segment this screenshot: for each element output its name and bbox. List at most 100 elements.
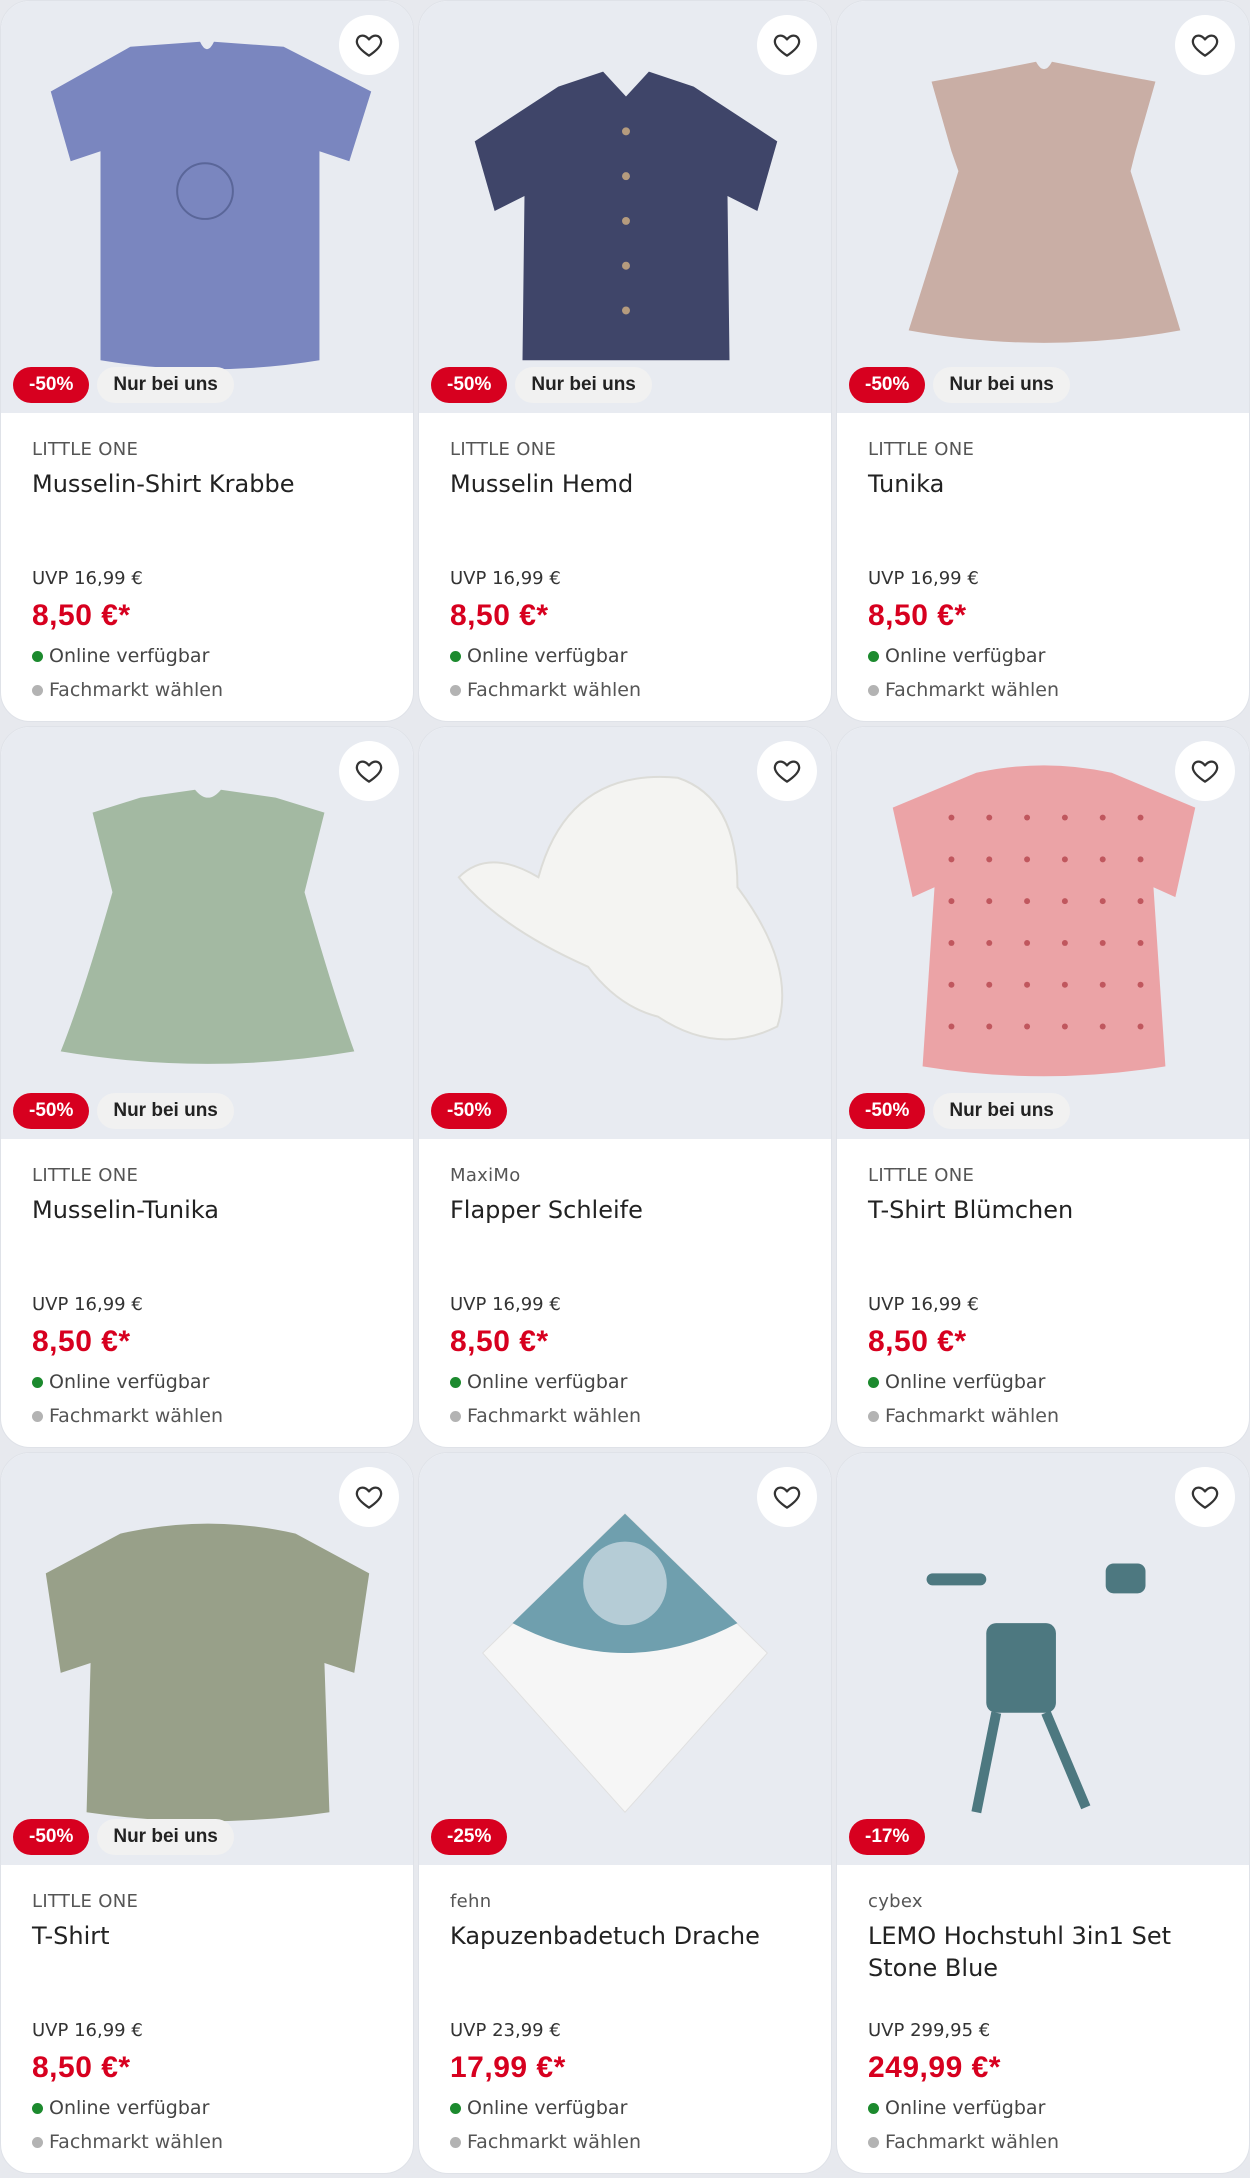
store-label: Fachmarkt wählen	[49, 679, 224, 701]
choose-store-link[interactable]: Fachmarkt wählen	[450, 2131, 801, 2153]
product-name[interactable]: Musselin-Tunika	[32, 1194, 383, 1258]
store-label: Fachmarkt wählen	[467, 1405, 642, 1427]
wishlist-button[interactable]	[1175, 15, 1235, 75]
store-label: Fachmarkt wählen	[49, 1405, 224, 1427]
choose-store-link[interactable]: Fachmarkt wählen	[450, 679, 801, 701]
product-image[interactable]: -50%	[419, 727, 831, 1139]
product-image[interactable]: -25%	[419, 1453, 831, 1865]
wishlist-button[interactable]	[339, 1467, 399, 1527]
shirt-body	[50, 41, 372, 370]
product-image[interactable]: -50% Nur bei uns	[1, 727, 413, 1139]
product-card[interactable]: -25% fehn Kapuzenbadetuch Drache UVP 23,…	[418, 1452, 832, 2174]
dragon-face	[583, 1541, 667, 1626]
product-image[interactable]: -17%	[837, 1453, 1249, 1865]
flower-dot	[1099, 939, 1106, 946]
product-image[interactable]: -50% Nur bei uns	[1, 1, 413, 413]
flower-dot	[1024, 981, 1031, 988]
heart-icon	[1191, 34, 1219, 57]
discount-badge: -25%	[431, 1819, 508, 1855]
product-card[interactable]: -50% Nur bei uns LITTLE ONE Musselin-Tun…	[0, 726, 414, 1448]
shirt-body	[892, 765, 1196, 1077]
flower-dot	[1099, 1023, 1106, 1030]
wishlist-button[interactable]	[757, 1467, 817, 1527]
flower-dot	[1061, 898, 1068, 905]
flower-dot	[986, 814, 993, 821]
online-availability: Online verfügbar	[450, 1371, 801, 1393]
product-price: 249,99 €*	[868, 2051, 1001, 2084]
product-info: MaxiMo Flapper Schleife UVP 16,99 € 8,50…	[419, 1139, 831, 1427]
product-name[interactable]: T-Shirt	[32, 1920, 383, 1984]
flower-dot	[948, 898, 955, 905]
product-card[interactable]: -50% Nur bei uns LITTLE ONE Tunika UVP 1…	[836, 0, 1250, 722]
exclusive-badge: Nur bei uns	[97, 1819, 234, 1855]
product-brand: LITTLE ONE	[32, 1165, 139, 1186]
heart-icon	[355, 34, 383, 57]
product-image[interactable]: -50% Nur bei uns	[1, 1453, 413, 1865]
chair-insert	[1105, 1563, 1146, 1594]
product-name[interactable]: Tunika	[868, 468, 1219, 532]
badges: -50%	[431, 1093, 508, 1129]
store-dot-icon	[32, 1410, 43, 1422]
product-name[interactable]: LEMO Hochstuhl 3in1 Set Stone Blue	[868, 1920, 1219, 1984]
product-card[interactable]: -50% MaxiMo Flapper Schleife UVP 16,99 €…	[418, 726, 832, 1448]
choose-store-link[interactable]: Fachmarkt wählen	[868, 679, 1219, 701]
product-uvp: UVP 16,99 €	[450, 568, 561, 589]
online-availability: Online verfügbar	[868, 1371, 1219, 1393]
online-availability: Online verfügbar	[32, 645, 383, 667]
choose-store-link[interactable]: Fachmarkt wählen	[868, 2131, 1219, 2153]
product-image[interactable]: -50% Nur bei uns	[837, 727, 1249, 1139]
badges: -50% Nur bei uns	[13, 1093, 234, 1129]
product-name[interactable]: Musselin Hemd	[450, 468, 801, 532]
product-card[interactable]: -50% Nur bei uns LITTLE ONE Musselin Hem…	[418, 0, 832, 722]
available-dot-icon	[868, 1376, 879, 1388]
choose-store-link[interactable]: Fachmarkt wählen	[450, 1405, 801, 1427]
store-dot-icon	[32, 684, 43, 696]
flower-dot	[1137, 981, 1144, 988]
flower-dot	[986, 856, 993, 863]
product-info: LITTLE ONE Tunika UVP 16,99 € 8,50 €* On…	[837, 413, 1249, 701]
wishlist-button[interactable]	[339, 741, 399, 801]
flower-dot	[1099, 898, 1106, 905]
product-name[interactable]: Kapuzenbadetuch Drache	[450, 1920, 801, 1984]
tshirt-body	[45, 1523, 370, 1822]
choose-store-link[interactable]: Fachmarkt wählen	[32, 679, 383, 701]
availability-label: Online verfügbar	[885, 2097, 1046, 2119]
heart-icon	[773, 34, 801, 57]
chair-tray	[926, 1573, 987, 1586]
store-label: Fachmarkt wählen	[885, 679, 1060, 701]
flower-dot	[1024, 856, 1031, 863]
flower-dot	[1137, 898, 1144, 905]
store-label: Fachmarkt wählen	[467, 679, 642, 701]
product-image[interactable]: -50% Nur bei uns	[419, 1, 831, 413]
product-uvp: UVP 16,99 €	[868, 568, 979, 589]
product-uvp: UVP 299,95 €	[868, 2020, 991, 2041]
product-info: LITTLE ONE Musselin Hemd UVP 16,99 € 8,5…	[419, 413, 831, 701]
wishlist-button[interactable]	[1175, 741, 1235, 801]
product-name[interactable]: T-Shirt Blümchen	[868, 1194, 1219, 1258]
product-uvp: UVP 16,99 €	[32, 568, 143, 589]
product-card[interactable]: -50% Nur bei uns LITTLE ONE T-Shirt UVP …	[0, 1452, 414, 2174]
product-brand: cybex	[868, 1891, 923, 1912]
heart-icon	[1191, 760, 1219, 783]
store-label: Fachmarkt wählen	[885, 2131, 1060, 2153]
wishlist-button[interactable]	[757, 15, 817, 75]
exclusive-badge: Nur bei uns	[97, 367, 234, 403]
availability-label: Online verfügbar	[49, 645, 210, 667]
product-card[interactable]: -17% cybex LEMO Hochstuhl 3in1 Set Stone…	[836, 1452, 1250, 2174]
shirt-button	[622, 216, 630, 225]
choose-store-link[interactable]: Fachmarkt wählen	[868, 1405, 1219, 1427]
product-card[interactable]: -50% Nur bei uns LITTLE ONE T-Shirt Blüm…	[836, 726, 1250, 1448]
wishlist-button[interactable]	[339, 15, 399, 75]
wishlist-button[interactable]	[757, 741, 817, 801]
flower-dot	[1137, 856, 1144, 863]
product-name[interactable]: Flapper Schleife	[450, 1194, 801, 1258]
product-name[interactable]: Musselin-Shirt Krabbe	[32, 468, 383, 532]
choose-store-link[interactable]: Fachmarkt wählen	[32, 1405, 383, 1427]
choose-store-link[interactable]: Fachmarkt wählen	[32, 2131, 383, 2153]
shirt-body	[474, 71, 778, 361]
chair-leg	[971, 1711, 1002, 1814]
wishlist-button[interactable]	[1175, 1467, 1235, 1527]
product-card[interactable]: -50% Nur bei uns LITTLE ONE Musselin-Shi…	[0, 0, 414, 722]
product-image[interactable]: -50% Nur bei uns	[837, 1, 1249, 413]
product-brand: fehn	[450, 1891, 492, 1912]
